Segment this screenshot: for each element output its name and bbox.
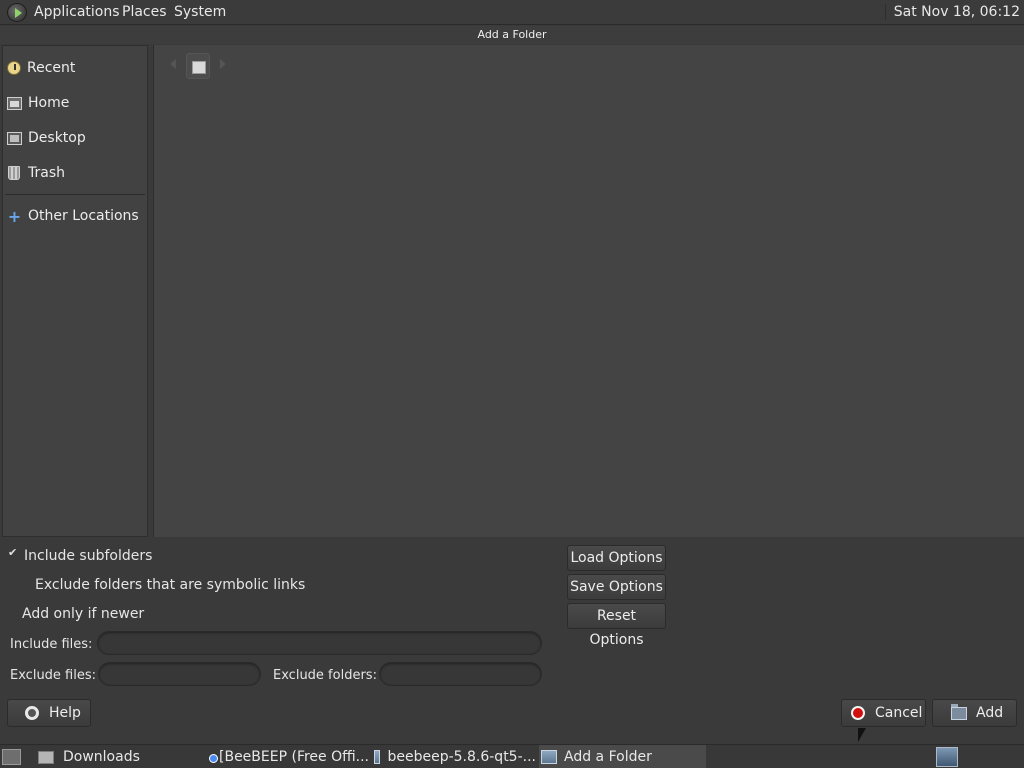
sidebar-item-label: Home xyxy=(28,95,70,111)
include-files-input[interactable] xyxy=(97,631,542,655)
taskbar-item-label: Add a Folder xyxy=(564,749,652,765)
help-button[interactable]: Help xyxy=(7,699,91,727)
add-only-newer-checkbox[interactable]: Add only if newer xyxy=(6,606,144,622)
sidebar-item-other-locations[interactable]: + Other Locations xyxy=(3,201,147,231)
desktop-icon xyxy=(7,131,22,145)
exclude-folders-label: Exclude folders: xyxy=(273,668,377,683)
taskbar-item-add-folder[interactable]: Add a Folder xyxy=(539,745,706,768)
path-root-button[interactable] xyxy=(186,53,210,79)
checkbox-box[interactable] xyxy=(6,608,18,620)
sidebar-item-label: Recent xyxy=(27,60,76,76)
taskbar-item-downloads[interactable]: Downloads xyxy=(34,745,200,768)
exclude-symlinks-checkbox[interactable]: Exclude folders that are symbolic links xyxy=(19,577,305,593)
checkbox-label: Exclude folders that are symbolic links xyxy=(35,577,306,593)
folder-icon xyxy=(38,750,54,764)
cancel-button-label: Cancel xyxy=(875,705,923,721)
bottom-taskbar: Downloads [BeeBEEP (Free Offi... beebeep… xyxy=(0,744,1024,768)
folder-add-icon xyxy=(951,703,967,720)
reset-options-button[interactable]: Reset Options xyxy=(567,603,666,648)
path-scroll-right-icon[interactable] xyxy=(220,59,226,69)
plus-icon: + xyxy=(7,206,22,226)
package-icon xyxy=(374,750,381,764)
exclude-files-input[interactable] xyxy=(98,662,261,686)
sidebar-divider xyxy=(5,194,145,195)
path-bar xyxy=(162,51,232,81)
home-icon xyxy=(7,96,22,110)
checkbox-label: Add only if newer xyxy=(22,606,145,622)
sidebar-item-label: Trash xyxy=(28,165,65,181)
save-options-button[interactable]: Save Options xyxy=(567,574,666,600)
checkbox-label: Include subfolders xyxy=(24,548,153,564)
places-sidebar: Recent Home Desktop Trash + Other Locati… xyxy=(2,45,148,537)
checkbox-box[interactable] xyxy=(8,546,20,562)
include-subfolders-checkbox[interactable]: Include subfolders xyxy=(8,546,153,564)
add-button-label: Add xyxy=(976,705,1004,721)
sidebar-item-label: Other Locations xyxy=(28,208,139,224)
sidebar-item-recent[interactable]: Recent xyxy=(3,53,147,83)
sidebar-item-trash[interactable]: Trash xyxy=(3,158,147,188)
show-desktop-icon[interactable] xyxy=(2,749,21,765)
exclude-folders-input[interactable] xyxy=(379,662,542,686)
menu-applications[interactable]: Applications xyxy=(34,4,120,20)
taskbar-item-label: [BeeBEEP (Free Offi... xyxy=(219,749,369,765)
add-button[interactable]: Add xyxy=(932,699,1017,727)
package-icon xyxy=(541,750,557,764)
load-options-button[interactable]: Load Options xyxy=(567,545,666,571)
recent-icon xyxy=(7,61,21,75)
taskbar-item-beebeep-browser[interactable]: [BeeBEEP (Free Offi... xyxy=(203,745,369,768)
taskbar-item-label: Downloads xyxy=(63,749,140,765)
mouse-cursor-icon xyxy=(858,728,866,742)
cancel-button[interactable]: Cancel xyxy=(841,699,926,727)
path-scroll-left-icon[interactable] xyxy=(170,59,176,69)
help-button-label: Help xyxy=(49,705,81,721)
app-menu-logo-icon[interactable] xyxy=(7,3,27,22)
panel-clock[interactable]: Sat Nov 18, 06:12 xyxy=(884,4,1020,20)
sidebar-item-label: Desktop xyxy=(28,130,86,146)
tray-package-icon[interactable] xyxy=(936,747,958,767)
dialog-title: Add a Folder xyxy=(0,26,1024,44)
help-lifebuoy-icon xyxy=(25,706,39,720)
trash-icon xyxy=(8,166,20,180)
menu-system[interactable]: System xyxy=(174,4,226,20)
top-panel: Applications Places System Sat Nov 18, 0… xyxy=(0,0,1024,25)
taskbar-item-label: beebeep-5.8.6-qt5-... xyxy=(387,749,536,765)
checkbox-box[interactable] xyxy=(19,579,31,591)
sidebar-item-desktop[interactable]: Desktop xyxy=(3,123,147,153)
sidebar-item-home[interactable]: Home xyxy=(3,88,147,118)
cancel-icon xyxy=(851,706,865,720)
taskbar-item-beebeep-installer[interactable]: beebeep-5.8.6-qt5-... xyxy=(372,745,536,768)
menu-places[interactable]: Places xyxy=(122,4,167,20)
file-list-area[interactable] xyxy=(153,45,1024,537)
include-files-label: Include files: xyxy=(10,637,93,652)
exclude-files-label: Exclude files: xyxy=(10,668,97,683)
chrome-icon xyxy=(205,749,218,765)
